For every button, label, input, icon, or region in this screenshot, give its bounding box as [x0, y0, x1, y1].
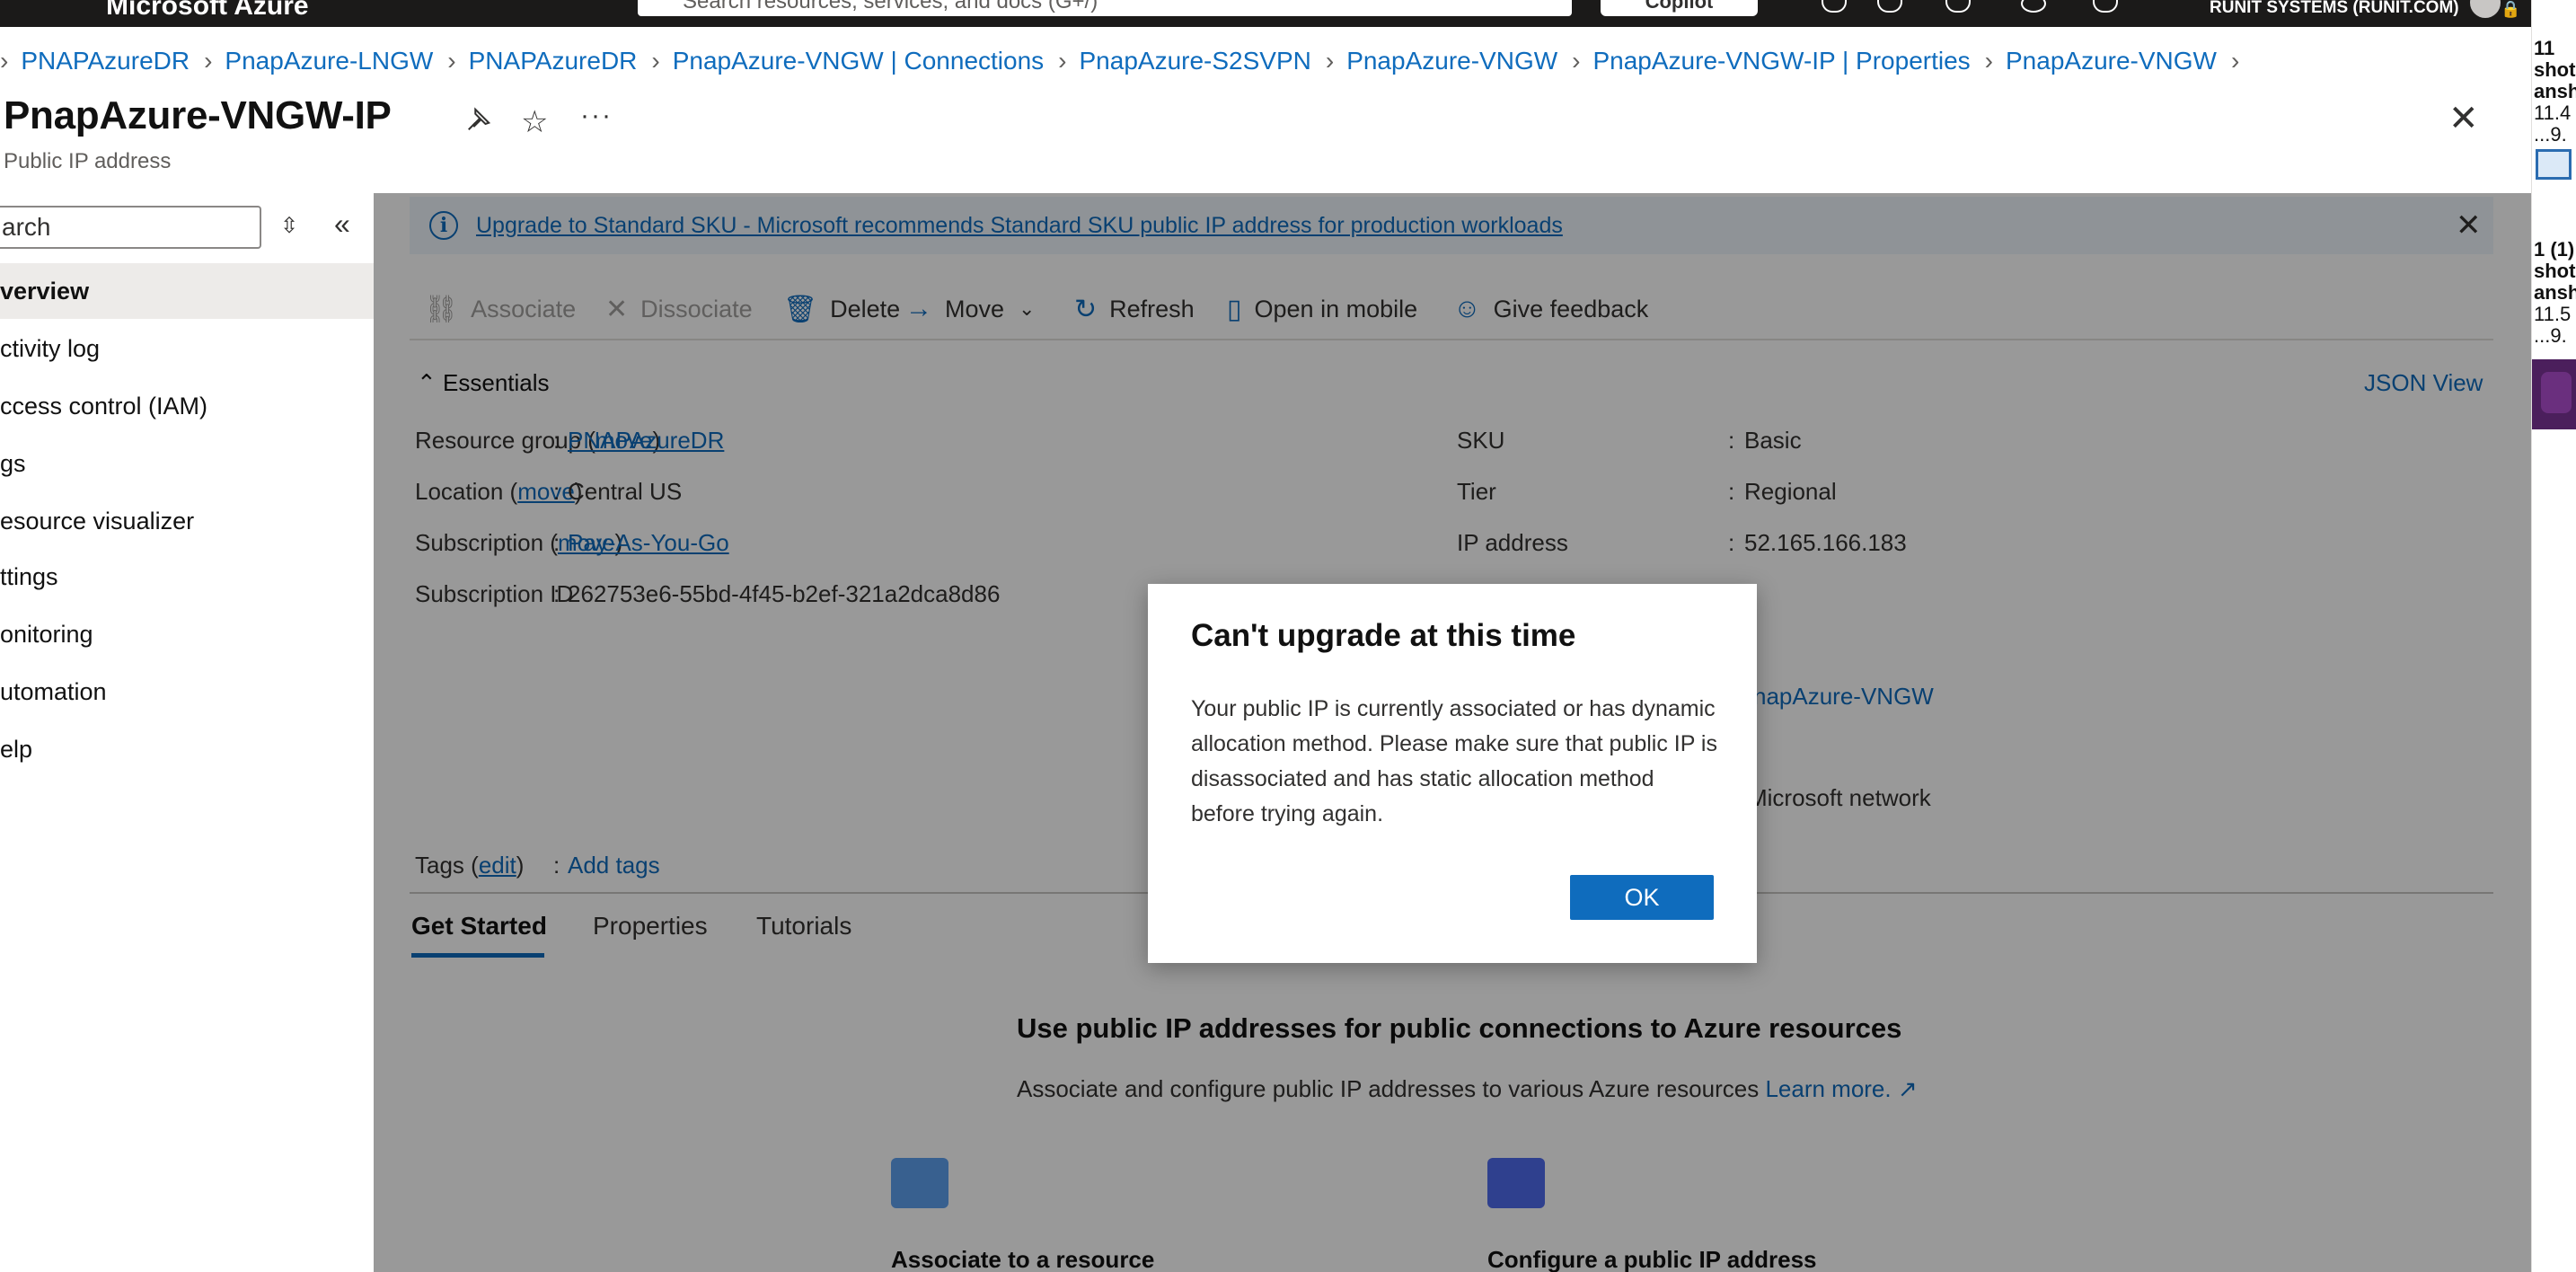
desktop-file-label: ansh	[2534, 80, 2576, 102]
resource-menu: arch ⇳ « verview ctivity log ccess contr…	[0, 193, 374, 1272]
desktop-file-label: 11	[2534, 37, 2555, 59]
copilot-button[interactable]: Copilot	[1601, 0, 1758, 16]
desktop-file-label: ...9.	[2534, 324, 2567, 347]
notifications-icon[interactable]	[1877, 0, 1902, 13]
sort-icon[interactable]: ⇳	[280, 213, 298, 239]
menu-search-input[interactable]: arch	[0, 206, 261, 249]
close-icon[interactable]: ✕	[2448, 101, 2479, 137]
collapse-menu-icon[interactable]: «	[334, 208, 350, 241]
nav-item-automation[interactable]: utomation	[0, 664, 374, 720]
desktop-file-label: shot	[2534, 260, 2576, 282]
feedback-icon[interactable]	[2093, 0, 2118, 13]
chevron-right-icon: ›	[1984, 47, 1993, 75]
desktop-file-label: 1 (1)	[2534, 238, 2575, 261]
hamburger-menu-icon[interactable]	[13, 0, 41, 14]
settings-icon[interactable]	[1945, 0, 1971, 13]
dialog-message: Your public IP is currently associated o…	[1191, 696, 1717, 826]
desktop-file-label: 11.5	[2534, 303, 2572, 325]
chevron-right-icon: ›	[0, 47, 9, 75]
nav-item-overview[interactable]: verview	[0, 263, 374, 319]
chevron-right-icon: ›	[1058, 47, 1067, 75]
cloud-shell-icon[interactable]	[1822, 0, 1847, 13]
desktop-strip: 11 shot ansh 11.4 ...9. 1 (1) shot ansh …	[2531, 0, 2576, 1272]
page-title: PnapAzure-VNGW-IP	[4, 93, 392, 137]
chevron-right-icon: ›	[447, 47, 456, 75]
top-bar: Microsoft Azure Search resources, servic…	[0, 0, 2531, 27]
nav-item-help[interactable]: elp	[0, 721, 374, 777]
breadcrumb-item[interactable]: PnapAzure-VNGW-IP | Properties	[1592, 47, 1970, 75]
page-subtitle: Public IP address	[4, 149, 172, 173]
desktop-file-label: ...9.	[2534, 123, 2567, 146]
account-name[interactable]: RUNIT SYSTEMS (RUNIT.COM)	[2210, 0, 2459, 18]
breadcrumb-item[interactable]: PnapAzure-LNGW	[225, 47, 433, 75]
brand-name[interactable]: Microsoft Azure	[106, 0, 309, 22]
ok-button[interactable]: OK	[1570, 875, 1714, 920]
breadcrumb-item[interactable]: PnapAzure-VNGW	[1346, 47, 1557, 75]
chevron-right-icon: ›	[1325, 47, 1335, 75]
breadcrumb-item[interactable]: PnapAzure-VNGW | Connections	[673, 47, 1044, 75]
desktop-file-label: ansh	[2534, 281, 2576, 304]
breadcrumb-item[interactable]: PnapAzure-VNGW	[2006, 47, 2217, 75]
nav-item-tags[interactable]: gs	[0, 436, 374, 491]
desktop-file-label: shot	[2534, 58, 2576, 81]
more-options-icon[interactable]: ···	[580, 101, 613, 131]
chevron-right-icon: ›	[204, 47, 213, 75]
chevron-right-icon: ›	[1572, 47, 1581, 75]
breadcrumb-item[interactable]: PNAPAzureDR	[21, 47, 190, 75]
favorite-star-icon[interactable]: ☆	[521, 104, 548, 140]
nav-item-access-control[interactable]: ccess control (IAM)	[0, 378, 374, 434]
chevron-right-icon: ›	[2230, 47, 2240, 75]
nav-item-settings[interactable]: ttings	[0, 549, 374, 605]
lock-icon: 🔒	[2501, 0, 2521, 18]
nav-item-monitoring[interactable]: onitoring	[0, 606, 374, 662]
upgrade-error-dialog: Can't upgrade at this time Your public I…	[1148, 584, 1757, 963]
breadcrumb-item[interactable]: PNAPAzureDR	[469, 47, 638, 75]
dialog-title: Can't upgrade at this time	[1191, 618, 1576, 653]
breadcrumb: › PNAPAzureDR › PnapAzure-LNGW › PNAPAzure…	[0, 43, 2252, 79]
breadcrumb-item[interactable]: PnapAzure-S2SVPN	[1080, 47, 1311, 75]
pin-icon[interactable]	[465, 106, 492, 140]
nav-item-resource-visualizer[interactable]: esource visualizer	[0, 493, 374, 549]
chevron-right-icon: ›	[651, 47, 660, 75]
avatar[interactable]	[2470, 0, 2501, 18]
help-icon[interactable]	[2021, 0, 2046, 13]
desktop-file-label: 11.4	[2534, 102, 2572, 124]
global-search-input[interactable]: Search resources, services, and docs (G+…	[638, 0, 1572, 16]
desktop-thumbnail[interactable]	[2536, 149, 2572, 180]
desktop-app-tile[interactable]	[2532, 359, 2576, 429]
nav-item-activity-log[interactable]: ctivity log	[0, 321, 374, 376]
